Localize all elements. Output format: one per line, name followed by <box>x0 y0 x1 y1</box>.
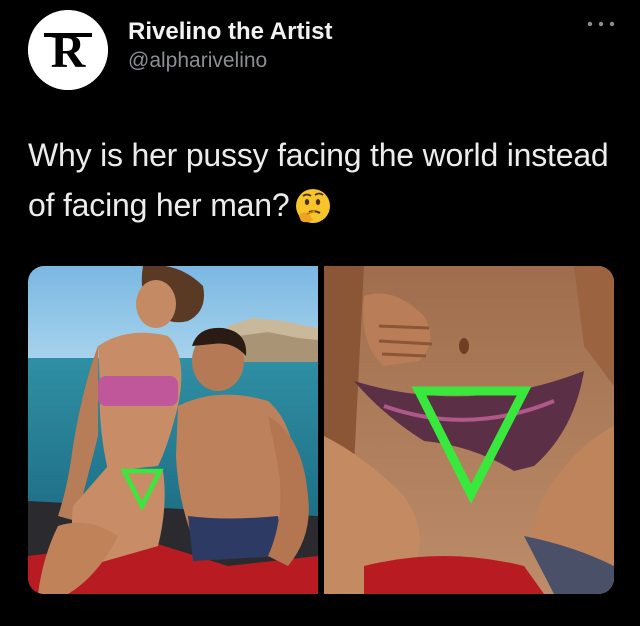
author-display-name[interactable]: Rivelino the Artist <box>128 18 332 46</box>
media-photo-right[interactable] <box>324 266 614 594</box>
photo-closeup <box>324 266 614 594</box>
avatar[interactable]: R <box>28 10 108 90</box>
r-logo-icon: R <box>28 10 108 90</box>
thinking-face-icon <box>296 189 331 223</box>
avatar-letter: R <box>51 25 87 78</box>
tweet-text: Why is her pussy facing the world instea… <box>28 130 618 240</box>
tweet-header: R Rivelino the Artist @alpharivelino <box>28 10 618 90</box>
author-handle[interactable]: @alpharivelino <box>128 48 332 74</box>
photo-couple-on-boat <box>28 266 318 594</box>
media-photo-left[interactable] <box>28 266 318 594</box>
more-options-button[interactable] <box>584 16 618 32</box>
tweet-media[interactable] <box>28 266 614 594</box>
author-names: Rivelino the Artist @alpharivelino <box>128 18 332 74</box>
more-options-icon <box>587 21 615 27</box>
thinking-face-emoji <box>293 186 333 240</box>
